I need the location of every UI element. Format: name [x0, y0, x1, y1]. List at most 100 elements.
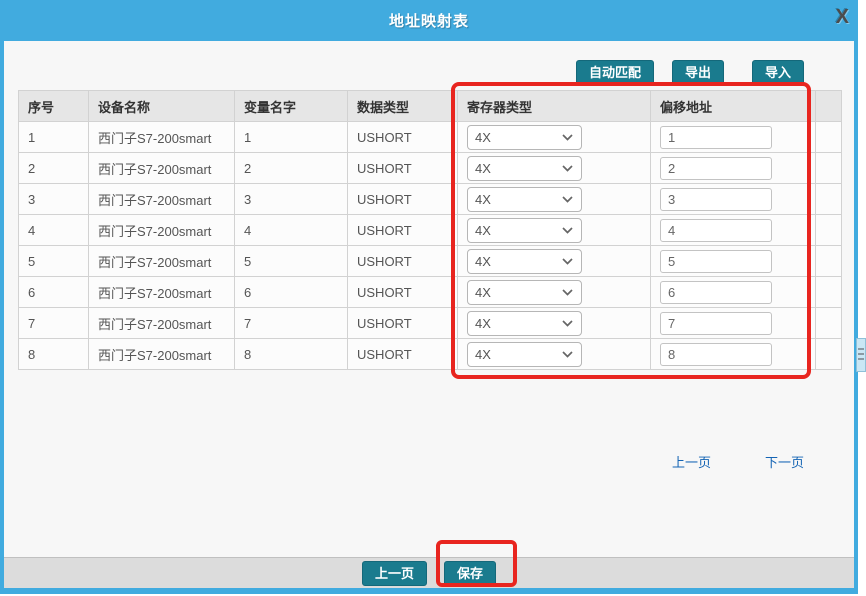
- address-mapping-table: 序号 设备名称 变量名字 数据类型 寄存器类型 偏移地址 1 西门子S7-200…: [18, 90, 842, 370]
- register-type-select-wrap: 4X: [467, 218, 582, 243]
- offset-address-input[interactable]: [660, 126, 772, 149]
- table-row: 7 西门子S7-200smart 7 USHORT 4X: [19, 308, 842, 339]
- table-header-row: 序号 设备名称 变量名字 数据类型 寄存器类型 偏移地址: [19, 91, 842, 122]
- cell-variable-name: 4: [235, 215, 348, 246]
- toolbar: 自动匹配 导出 导入: [4, 60, 804, 84]
- footer-previous-page-button[interactable]: 上一页: [362, 561, 427, 586]
- register-type-select-wrap: 4X: [467, 125, 582, 150]
- offset-address-input[interactable]: [660, 343, 772, 366]
- cell-index: 4: [19, 215, 89, 246]
- floating-widget-partial[interactable]: [856, 338, 866, 372]
- cell-device-name: 西门子S7-200smart: [89, 122, 235, 153]
- export-button[interactable]: 导出: [672, 60, 724, 85]
- table-row: 6 西门子S7-200smart 6 USHORT 4X: [19, 277, 842, 308]
- offset-address-input[interactable]: [660, 281, 772, 304]
- dialog-titlebar: 地址映射表 X: [0, 0, 858, 41]
- cell-register-type: 4X: [458, 308, 651, 339]
- register-type-select[interactable]: 4X: [467, 280, 582, 305]
- cell-index: 7: [19, 308, 89, 339]
- header-offset-address: 偏移地址: [651, 91, 816, 122]
- offset-address-input[interactable]: [660, 188, 772, 211]
- cell-device-name: 西门子S7-200smart: [89, 215, 235, 246]
- cell-offset-address: [651, 153, 816, 184]
- cell-device-name: 西门子S7-200smart: [89, 246, 235, 277]
- cell-register-type: 4X: [458, 184, 651, 215]
- save-button[interactable]: 保存: [444, 561, 496, 586]
- auto-match-button[interactable]: 自动匹配: [576, 60, 654, 85]
- offset-address-input[interactable]: [660, 250, 772, 273]
- cell-register-type: 4X: [458, 339, 651, 370]
- cell-index: 1: [19, 122, 89, 153]
- cell-device-name: 西门子S7-200smart: [89, 277, 235, 308]
- cell-variable-name: 1: [235, 122, 348, 153]
- next-page-link[interactable]: 下一页: [765, 452, 804, 471]
- cell-empty: [816, 153, 842, 184]
- dialog-content: 自动匹配 导出 导入 序号 设备名称 变量名字 数据类型 寄存器类型: [4, 41, 854, 557]
- cell-device-name: 西门子S7-200smart: [89, 308, 235, 339]
- table-row: 5 西门子S7-200smart 5 USHORT 4X: [19, 246, 842, 277]
- cell-device-name: 西门子S7-200smart: [89, 153, 235, 184]
- cell-index: 3: [19, 184, 89, 215]
- cell-index: 6: [19, 277, 89, 308]
- cell-empty: [816, 277, 842, 308]
- screen: 地址映射表 X 自动匹配 导出 导入 序号 设备名称 变量: [0, 0, 866, 596]
- cell-index: 8: [19, 339, 89, 370]
- cell-data-type: USHORT: [348, 215, 458, 246]
- register-type-select[interactable]: 4X: [467, 311, 582, 336]
- cell-data-type: USHORT: [348, 153, 458, 184]
- register-type-select-wrap: 4X: [467, 187, 582, 212]
- cell-empty: [816, 246, 842, 277]
- register-type-select[interactable]: 4X: [467, 342, 582, 367]
- cell-empty: [816, 184, 842, 215]
- grip-lines-icon: [858, 348, 864, 362]
- cell-data-type: USHORT: [348, 308, 458, 339]
- header-register-type: 寄存器类型: [458, 91, 651, 122]
- table-row: 2 西门子S7-200smart 2 USHORT 4X: [19, 153, 842, 184]
- offset-address-input[interactable]: [660, 157, 772, 180]
- import-button[interactable]: 导入: [752, 60, 804, 85]
- cell-variable-name: 5: [235, 246, 348, 277]
- register-type-select[interactable]: 4X: [467, 125, 582, 150]
- table-row: 1 西门子S7-200smart 1 USHORT 4X: [19, 122, 842, 153]
- dialog-footer: 上一页 保存: [4, 557, 854, 588]
- cell-variable-name: 7: [235, 308, 348, 339]
- register-type-select[interactable]: 4X: [467, 218, 582, 243]
- cell-offset-address: [651, 308, 816, 339]
- cell-offset-address: [651, 122, 816, 153]
- table-row: 4 西门子S7-200smart 4 USHORT 4X: [19, 215, 842, 246]
- cell-data-type: USHORT: [348, 122, 458, 153]
- cell-data-type: USHORT: [348, 339, 458, 370]
- cell-offset-address: [651, 215, 816, 246]
- register-type-select-wrap: 4X: [467, 156, 582, 181]
- dialog-title: 地址映射表: [389, 10, 469, 31]
- register-type-select-wrap: 4X: [467, 249, 582, 274]
- close-icon[interactable]: X: [836, 7, 849, 27]
- header-device-name: 设备名称: [89, 91, 235, 122]
- register-type-select-wrap: 4X: [467, 280, 582, 305]
- cell-variable-name: 6: [235, 277, 348, 308]
- table-row: 3 西门子S7-200smart 3 USHORT 4X: [19, 184, 842, 215]
- register-type-select-wrap: 4X: [467, 311, 582, 336]
- register-type-select[interactable]: 4X: [467, 156, 582, 181]
- cell-register-type: 4X: [458, 215, 651, 246]
- cell-offset-address: [651, 339, 816, 370]
- cell-device-name: 西门子S7-200smart: [89, 339, 235, 370]
- offset-address-input[interactable]: [660, 219, 772, 242]
- cell-empty: [816, 122, 842, 153]
- register-type-select[interactable]: 4X: [467, 187, 582, 212]
- cell-index: 5: [19, 246, 89, 277]
- register-type-select-wrap: 4X: [467, 342, 582, 367]
- cell-offset-address: [651, 277, 816, 308]
- cell-register-type: 4X: [458, 122, 651, 153]
- cell-data-type: USHORT: [348, 277, 458, 308]
- offset-address-input[interactable]: [660, 312, 772, 335]
- header-index: 序号: [19, 91, 89, 122]
- cell-variable-name: 3: [235, 184, 348, 215]
- cell-empty: [816, 339, 842, 370]
- header-empty: [816, 91, 842, 122]
- cell-register-type: 4X: [458, 277, 651, 308]
- cell-device-name: 西门子S7-200smart: [89, 184, 235, 215]
- previous-page-link[interactable]: 上一页: [672, 452, 711, 471]
- register-type-select[interactable]: 4X: [467, 249, 582, 274]
- cell-offset-address: [651, 184, 816, 215]
